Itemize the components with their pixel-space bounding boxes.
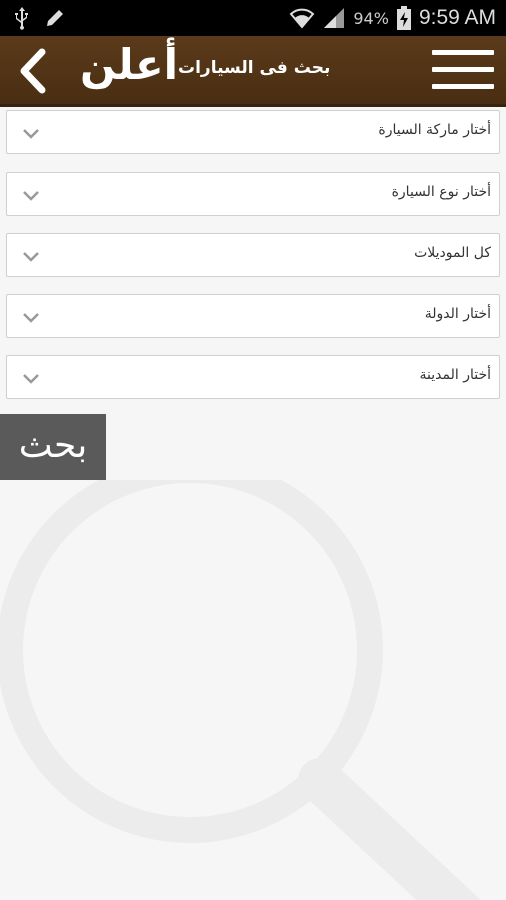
hamburger-icon: [432, 84, 494, 89]
edit-icon: [47, 10, 63, 26]
magnifier-watermark-icon: [0, 480, 481, 900]
page-title: بحث فى السيارات: [178, 58, 331, 78]
select-label: كل الموديلات: [414, 245, 491, 261]
car-type-select[interactable]: أختار نوع السيارة: [6, 172, 500, 216]
back-button[interactable]: [14, 48, 52, 94]
chevron-down-icon: [23, 374, 39, 384]
signal-icon: [324, 8, 345, 28]
app-header: أعلن بحث فى السيارات: [0, 36, 506, 107]
clock: 9:59 AM: [418, 6, 496, 29]
hamburger-icon: [432, 50, 494, 55]
status-bar: 94% 9:59 AM: [0, 0, 506, 36]
battery-percent: 94%: [353, 8, 389, 28]
car-brand-select[interactable]: أختار ماركة السيارة: [6, 110, 500, 154]
menu-button[interactable]: [432, 46, 494, 94]
battery-charging-icon: [396, 6, 411, 30]
wifi-icon: [290, 8, 315, 29]
chevron-left-icon: [20, 48, 46, 94]
country-select[interactable]: أختار الدولة: [6, 294, 500, 338]
app-logo: أعلن: [80, 40, 179, 89]
select-label: أختار نوع السيارة: [391, 184, 491, 200]
chevron-down-icon: [23, 129, 39, 139]
select-label: أختار الدولة: [424, 306, 491, 322]
chevron-down-icon: [23, 252, 39, 262]
city-select[interactable]: أختار المدينة: [6, 355, 500, 399]
usb-icon: [15, 7, 28, 30]
model-select[interactable]: كل الموديلات: [6, 233, 500, 277]
chevron-down-icon: [23, 313, 39, 323]
select-label: أختار المدينة: [419, 367, 491, 383]
hamburger-icon: [432, 67, 494, 72]
search-button[interactable]: بحث: [0, 414, 106, 480]
select-label: أختار ماركة السيارة: [378, 122, 491, 138]
chevron-down-icon: [23, 191, 39, 201]
